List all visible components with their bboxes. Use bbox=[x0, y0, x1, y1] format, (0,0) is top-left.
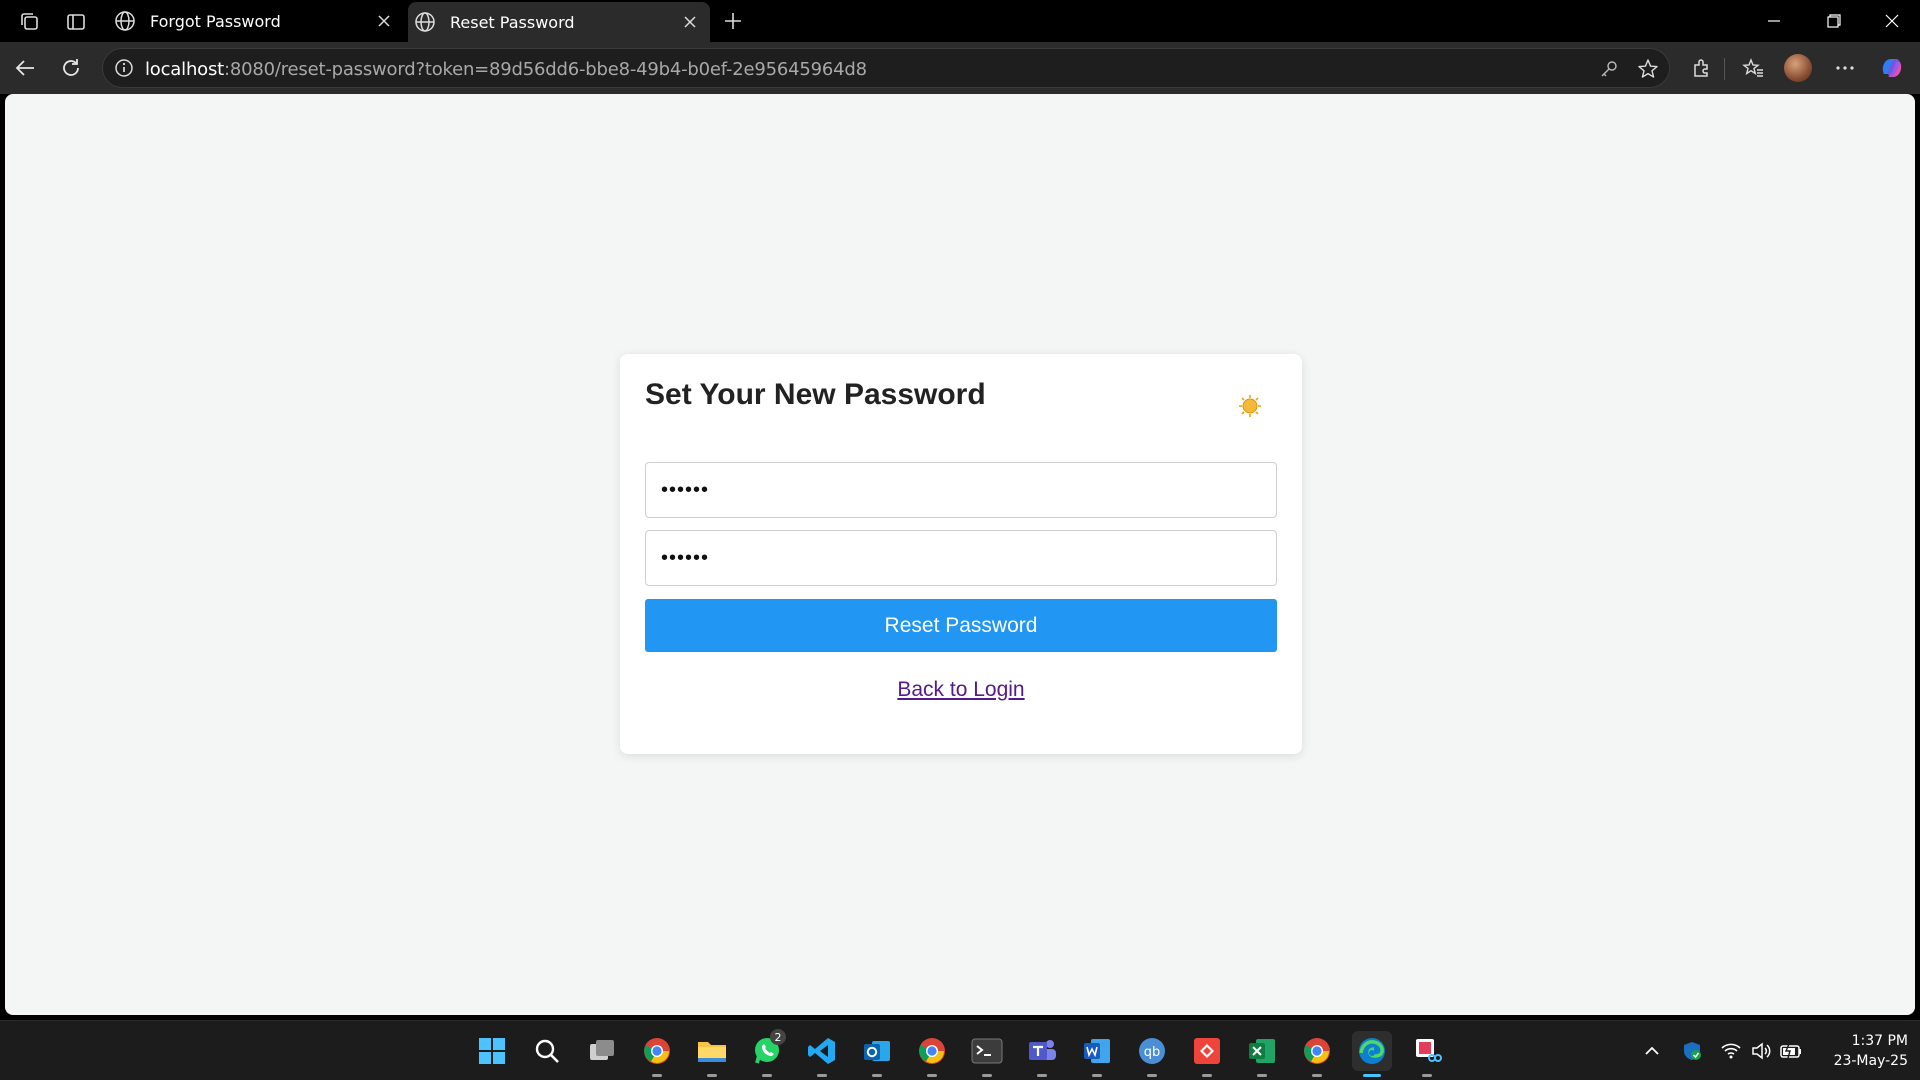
reset-password-card: Set Your New Password Reset Password Bac… bbox=[620, 354, 1302, 754]
clock-date: 23-May-25 bbox=[1833, 1053, 1908, 1069]
profile-avatar[interactable] bbox=[1782, 52, 1814, 84]
page-title: Set Your New Password bbox=[645, 378, 986, 411]
edge-icon[interactable] bbox=[1352, 1031, 1392, 1077]
back-arrow-icon[interactable] bbox=[9, 52, 41, 84]
svg-text:qb: qb bbox=[1144, 1045, 1161, 1060]
teams-icon[interactable] bbox=[1022, 1031, 1062, 1077]
windows-start-icon[interactable] bbox=[472, 1031, 512, 1071]
favorites-icon[interactable] bbox=[1737, 52, 1769, 84]
tab-forgot-password[interactable]: Forgot Password bbox=[108, 0, 404, 42]
word-icon[interactable] bbox=[1077, 1031, 1117, 1077]
url-path: :8080/reset-password?token=89d56dd6-bbe8… bbox=[224, 59, 867, 80]
file-explorer-icon[interactable] bbox=[692, 1031, 732, 1077]
url-text: localhost:8080/reset-password?token=89d5… bbox=[145, 59, 867, 80]
snipping-tool-icon[interactable] bbox=[1407, 1031, 1447, 1077]
password-key-icon[interactable] bbox=[1597, 57, 1621, 81]
copilot-icon[interactable] bbox=[1876, 52, 1908, 84]
new-password-field[interactable] bbox=[645, 462, 1277, 518]
search-icon[interactable] bbox=[527, 1031, 567, 1071]
site-info-icon[interactable] bbox=[113, 57, 135, 79]
task-view-icon[interactable] bbox=[582, 1031, 622, 1071]
chevron-up-icon[interactable] bbox=[1640, 1039, 1664, 1063]
close-tab-icon[interactable] bbox=[370, 7, 398, 35]
minimize-icon[interactable] bbox=[1746, 0, 1802, 42]
windows-taskbar: 2 qb 1:37 PM 23-May-25 bbox=[0, 1020, 1920, 1080]
page-viewport: Set Your New Password Reset Password Bac… bbox=[5, 94, 1915, 1015]
excel-icon[interactable] bbox=[1242, 1031, 1282, 1077]
browser-titlebar: Forgot Password Reset Password bbox=[0, 0, 1920, 42]
extensions-icon[interactable] bbox=[1686, 52, 1718, 84]
toolbar-divider bbox=[1724, 58, 1725, 80]
battery-icon[interactable] bbox=[1779, 1039, 1803, 1063]
clock-time: 1:37 PM bbox=[1851, 1033, 1908, 1049]
back-to-login-link[interactable]: Back to Login bbox=[620, 678, 1302, 702]
new-tab-plus-icon[interactable] bbox=[718, 6, 748, 36]
refresh-icon[interactable] bbox=[55, 52, 87, 84]
whatsapp-icon[interactable]: 2 bbox=[747, 1029, 787, 1077]
confirm-password-field[interactable] bbox=[645, 530, 1277, 586]
chrome-icon[interactable] bbox=[637, 1031, 677, 1077]
qbittorrent-icon[interactable]: qb bbox=[1132, 1031, 1172, 1077]
url-host: localhost bbox=[145, 59, 224, 80]
taskbar-clock[interactable]: 1:37 PM 23-May-25 bbox=[1808, 1031, 1908, 1071]
volume-icon[interactable] bbox=[1749, 1039, 1773, 1063]
close-window-icon[interactable] bbox=[1864, 0, 1920, 42]
outlook-icon[interactable] bbox=[857, 1031, 897, 1077]
close-tab-icon[interactable] bbox=[676, 8, 704, 36]
tab-title: Reset Password bbox=[450, 12, 575, 32]
tab-reset-password[interactable]: Reset Password bbox=[408, 2, 710, 42]
defender-shield-icon[interactable] bbox=[1680, 1039, 1704, 1063]
globe-icon bbox=[415, 12, 435, 32]
workspaces-icon[interactable] bbox=[16, 8, 44, 36]
tab-title: Forgot Password bbox=[150, 11, 281, 31]
anydesk-icon[interactable] bbox=[1187, 1031, 1227, 1077]
vscode-icon[interactable] bbox=[802, 1031, 842, 1077]
wifi-icon[interactable] bbox=[1719, 1039, 1743, 1063]
more-options-icon[interactable] bbox=[1829, 52, 1861, 84]
reset-password-button[interactable]: Reset Password bbox=[645, 599, 1277, 652]
sun-theme-toggle-icon[interactable] bbox=[1238, 394, 1262, 418]
address-bar[interactable]: localhost:8080/reset-password?token=89d5… bbox=[102, 48, 1670, 88]
browser-toolbar: localhost:8080/reset-password?token=89d5… bbox=[0, 42, 1920, 94]
favorite-star-icon[interactable] bbox=[1636, 57, 1660, 81]
whatsapp-unread-badge: 2 bbox=[770, 1029, 786, 1045]
restore-icon[interactable] bbox=[1806, 0, 1862, 42]
chrome-icon[interactable] bbox=[1297, 1031, 1337, 1077]
chrome-icon[interactable] bbox=[912, 1031, 952, 1077]
terminal-icon[interactable] bbox=[967, 1031, 1007, 1077]
globe-icon bbox=[115, 11, 135, 31]
vertical-tabs-icon[interactable] bbox=[62, 8, 90, 36]
